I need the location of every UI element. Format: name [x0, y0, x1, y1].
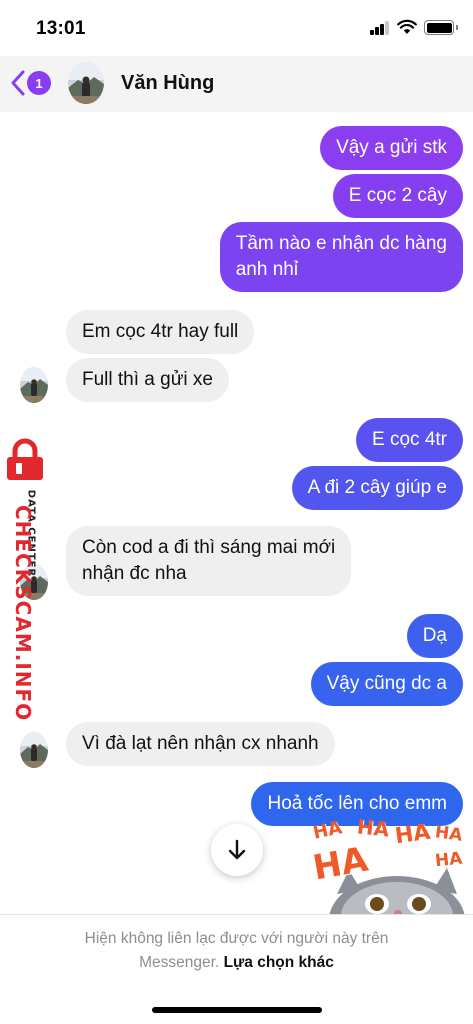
- chevron-left-icon[interactable]: [10, 69, 26, 97]
- home-indicator[interactable]: [152, 1007, 322, 1013]
- unread-count-badge[interactable]: 1: [27, 71, 51, 95]
- arrow-down-icon: [228, 839, 246, 860]
- notice-line: Hiện không liên lạc được với người này t…: [84, 930, 389, 947]
- unavailable-notice-bar: Hiện không liên lạc được với người này t…: [0, 914, 473, 1024]
- status-bar: 13:01: [0, 0, 473, 56]
- message-bubble-sent[interactable]: Vậy a gửi stk: [320, 126, 463, 170]
- notice-line-2: Messenger. Lựa chọn khác: [0, 951, 473, 975]
- sticker-text: HA: [393, 819, 433, 850]
- laughing-cat-sticker[interactable]: HA HA HA HA HA HA: [305, 812, 465, 914]
- scroll-to-bottom-button[interactable]: [211, 824, 263, 876]
- message-bubble-sent[interactable]: A đi 2 cây giúp e: [291, 466, 463, 510]
- cellular-signal-icon: [370, 21, 390, 35]
- sticker-text: HA: [355, 814, 391, 842]
- notice-text: Messenger.: [139, 954, 220, 971]
- battery-cap: [456, 25, 458, 30]
- message-bubble-received[interactable]: Còn cod a đi thì sáng mai mới nhận đc nh…: [66, 526, 352, 596]
- sender-avatar[interactable]: [20, 732, 48, 768]
- message-bubble-received[interactable]: Em cọc 4tr hay full: [66, 310, 255, 354]
- message-bubble-sent[interactable]: Dạ: [406, 614, 463, 658]
- message-line: Tầm nào e nhận dc hàng: [235, 233, 447, 254]
- message-bubble-sent[interactable]: E cọc 4tr: [356, 418, 463, 462]
- sticker-text: HA: [434, 848, 464, 872]
- watermark-title: CHECKSCAM.INFO: [11, 505, 35, 722]
- message-bubble-sent[interactable]: Vậy cũng dc a: [310, 662, 463, 706]
- battery-icon: [424, 20, 454, 35]
- other-options-link[interactable]: Lựa chọn khác: [224, 954, 334, 971]
- lock-icon: [3, 438, 47, 482]
- contact-name[interactable]: Văn Hùng: [121, 72, 214, 95]
- sender-avatar[interactable]: [20, 367, 48, 403]
- sticker-text: HA: [433, 822, 464, 846]
- message-bubble-sent[interactable]: Tầm nào e nhận dc hàng anh nhỉ: [219, 222, 463, 292]
- message-line: Còn cod a đi thì sáng mai mới: [82, 537, 336, 558]
- unavailable-notice: Hiện không liên lạc được với người này t…: [0, 927, 473, 975]
- message-line: nhận đc nha: [82, 563, 187, 584]
- chat-header: 1 Văn Hùng: [0, 56, 473, 112]
- contact-avatar[interactable]: [68, 62, 104, 104]
- message-bubble-sent[interactable]: E cọc 2 cây: [332, 174, 463, 218]
- message-bubble-received[interactable]: Full thì a gửi xe: [66, 358, 229, 402]
- message-line: anh nhỉ: [235, 259, 299, 280]
- watermark: DATA CENTER CHECKSCAM.INFO: [0, 430, 56, 721]
- message-bubble-received[interactable]: Vì đà lạt nên nhận cx nhanh: [66, 722, 335, 766]
- status-time: 13:01: [36, 18, 86, 39]
- wifi-icon: [397, 19, 417, 35]
